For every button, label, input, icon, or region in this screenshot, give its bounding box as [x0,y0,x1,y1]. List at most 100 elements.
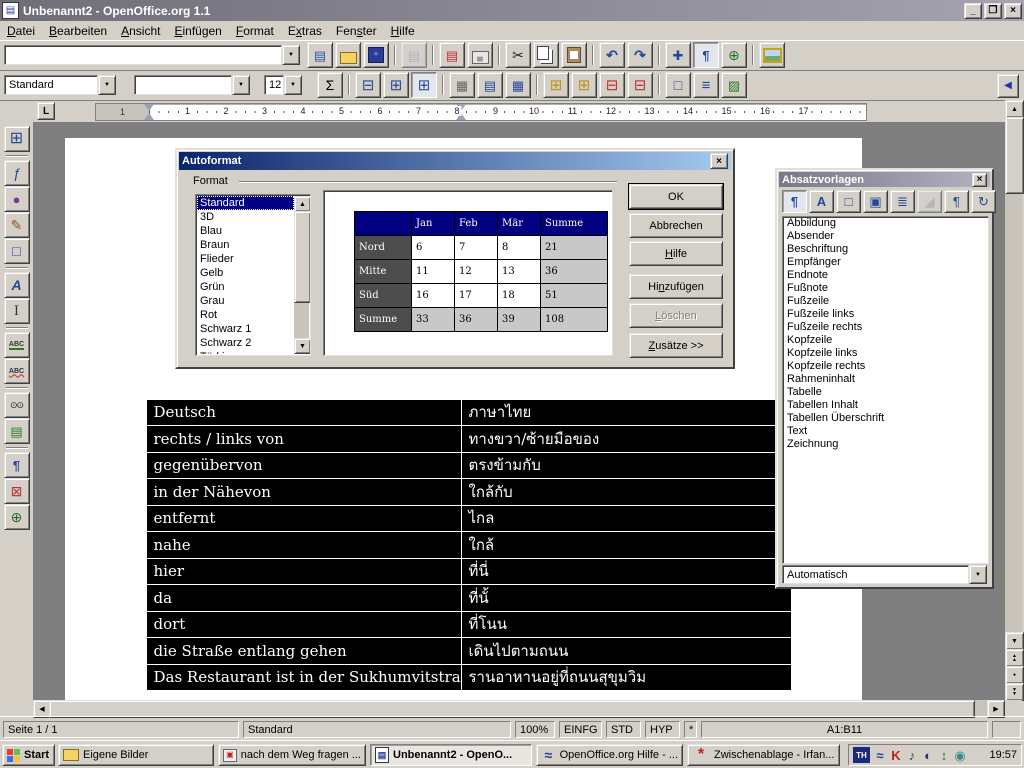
format-item-rot[interactable]: Rot [197,308,294,322]
table-cell-thai[interactable]: เดินไปตามถนน [461,637,792,665]
style-item-fußnote[interactable]: Fußnote [783,282,988,295]
next-page-icon[interactable]: ▼ ▼ [1005,683,1024,701]
export-pdf-button[interactable] [439,42,465,68]
paragraph-style-value[interactable]: Standard [4,75,98,95]
menu-einfügen[interactable]: Einfügen [167,23,228,39]
new-document-button[interactable] [307,42,333,68]
format-item-schwarz-1[interactable]: Schwarz 1 [197,322,294,336]
hinzufuegen-button[interactable]: Hinzufügen [629,274,723,299]
scroll-down-icon[interactable]: ▼ [294,338,311,354]
format-item-standard[interactable]: Standard [197,196,294,210]
font-size-value[interactable]: 12 [264,75,284,95]
open-button[interactable] [335,42,361,68]
menu-fenster[interactable]: Fenster [329,23,384,39]
sum-button[interactable] [317,72,343,98]
url-combobox[interactable]: ▼ [4,45,300,65]
font-name-value[interactable] [134,75,232,95]
style-dropdown-icon[interactable]: ▼ [98,75,116,95]
style-item-tabelle[interactable]: Tabelle [783,386,988,399]
menu-ansicht[interactable]: Ansicht [114,23,167,39]
fill-format-mode-button[interactable] [917,190,942,213]
style-filter-value[interactable]: Automatisch [782,565,969,584]
vscroll-thumb[interactable] [1005,117,1024,194]
format-item-grün[interactable]: Grün [197,280,294,294]
close-button[interactable]: × [1004,3,1022,19]
copy-button[interactable] [533,42,559,68]
style-item-endnote[interactable]: Endnote [783,269,988,282]
style-item-absender[interactable]: Absender [783,230,988,243]
border-style-button[interactable] [693,72,719,98]
nonprinting-characters-button[interactable] [4,452,30,478]
format-item-braun[interactable]: Braun [197,238,294,252]
menu-extras[interactable]: Extras [281,23,329,39]
scrollbar-thumb[interactable] [294,211,311,303]
table-cell-german[interactable]: Das Restaurant ist in der Sukhumvitstraß… [146,664,462,692]
menu-bearbeiten[interactable]: Bearbeiten [42,23,114,39]
tray-browser-icon[interactable] [920,747,936,763]
ok-button[interactable]: OK [629,184,723,209]
writer-app-icon[interactable]: ▤ [2,2,19,19]
size-dropdown-icon[interactable]: ▼ [284,75,302,95]
table-borders-button[interactable] [477,72,503,98]
paragraph-styles-button[interactable] [782,190,807,213]
new-style-from-selection-button[interactable] [944,190,969,213]
graphics-on-off-button[interactable] [4,478,30,504]
draw-functions-button[interactable] [4,212,30,238]
font-name-combobox[interactable]: ▼ [134,75,250,95]
keyboard-layout-indicator[interactable]: TH [853,747,870,763]
insert-table-button[interactable] [4,126,30,152]
zusaetze-button[interactable]: Zusätze >> [629,333,723,358]
format-item-türkis[interactable]: Türkis [197,350,294,354]
table-cell-thai[interactable]: ใกล้ [461,531,792,559]
merge-cells-button[interactable] [355,72,381,98]
print-button[interactable] [467,42,493,68]
undo-button[interactable] [599,42,625,68]
status-hyperlink-mode[interactable]: HYP [645,721,680,738]
tray-quickstart-icon[interactable] [872,747,888,763]
format-item-schwarz-2[interactable]: Schwarz 2 [197,336,294,350]
fontwork-button[interactable] [4,272,30,298]
redo-button[interactable] [627,42,653,68]
frame-styles-button[interactable] [836,190,861,213]
status-insert-mode[interactable]: EINFG [559,721,602,738]
table-cell-thai[interactable]: ใกล้กับ [461,478,792,506]
status-zoom[interactable]: 100% [515,721,555,738]
style-item-fußzeile-links[interactable]: Fußzeile links [783,308,988,321]
scroll-up-icon[interactable]: ▲ [294,196,311,212]
table-cell-thai[interactable]: ภาษาไทย [461,399,792,427]
edit-file-button[interactable] [401,42,427,68]
stylist-button[interactable] [693,42,719,68]
font-size-combobox[interactable]: 12 ▼ [264,75,302,95]
horizontal-scrollbar[interactable]: ◀ ▶ [33,700,1005,716]
object-border-button[interactable] [665,72,691,98]
spellcheck-button[interactable] [4,332,30,358]
paragraph-style-combobox[interactable]: Standard ▼ [4,75,116,95]
paste-button[interactable] [561,42,587,68]
insert-objects-button[interactable] [4,186,30,212]
format-list-scrollbar[interactable]: ▲ ▼ [294,196,309,354]
style-item-kopfzeile-links[interactable]: Kopfzeile links [783,347,988,360]
optimize-table-button[interactable] [449,72,475,98]
table-cell-german[interactable]: nahe [146,531,462,559]
table-cell-german[interactable]: die Straße entlang gehen [146,637,462,665]
url-value[interactable] [4,45,282,65]
restore-button[interactable]: ❒ [984,3,1002,19]
menu-hilfe[interactable]: Hilfe [384,23,422,39]
style-listbox[interactable]: AbbildungAbsenderBeschriftungEmpfängerEn… [782,216,989,564]
vertical-scrollbar[interactable]: ▲ ▼ ▲ ▲ ● ▼ ▼ [1005,100,1022,700]
insert-row-button[interactable] [543,72,569,98]
table-cell-german[interactable]: entfernt [146,505,462,533]
save-button[interactable] [363,42,389,68]
start-button[interactable]: Start [2,744,55,766]
cut-button[interactable] [505,42,531,68]
autoformat-close-icon[interactable]: × [710,153,728,169]
style-filter-combobox[interactable]: Automatisch ▼ [782,565,987,584]
style-item-rahmeninhalt[interactable]: Rahmeninhalt [783,373,988,386]
format-item-blau[interactable]: Blau [197,224,294,238]
tray-virus-scanner-icon[interactable] [888,747,904,763]
format-listbox[interactable]: Standard3DBlauBraunFliederGelbGrünGrauRo… [195,194,311,356]
style-item-kopfzeile[interactable]: Kopfzeile [783,334,988,347]
scroll-up-icon[interactable]: ▲ [1005,100,1024,118]
table-cell-german[interactable]: gegenübervon [146,452,462,480]
table-cell-german[interactable]: dort [146,611,462,639]
